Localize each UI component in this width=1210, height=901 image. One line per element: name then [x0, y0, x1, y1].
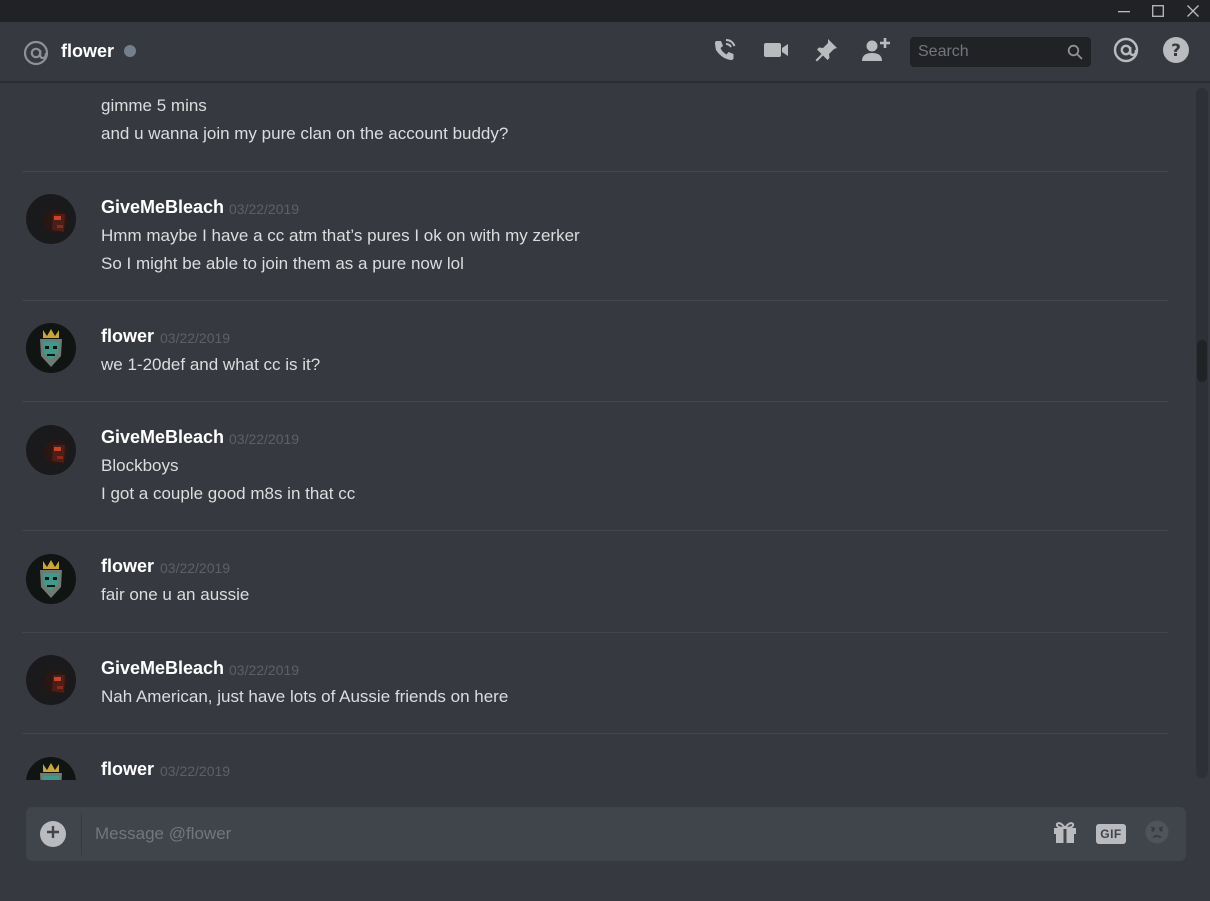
avatar[interactable] — [26, 194, 76, 244]
upload-button[interactable] — [40, 821, 66, 847]
composer-divider — [81, 813, 82, 855]
video-icon — [762, 36, 790, 69]
message-author[interactable]: GiveMeBleach — [101, 197, 224, 218]
message-timestamp: 03/22/2019 — [229, 201, 300, 217]
plus-circle-icon — [46, 825, 60, 844]
message-timestamp: 03/22/2019 — [229, 662, 300, 678]
minimize-button[interactable] — [1107, 0, 1141, 22]
window-titlebar — [0, 0, 1210, 22]
message-timestamp: 03/22/2019 — [160, 560, 231, 576]
emoji-button[interactable] — [1142, 820, 1172, 848]
message-author[interactable]: GiveMeBleach — [101, 427, 224, 448]
mentions-icon — [1112, 36, 1140, 69]
minimize-icon — [1118, 5, 1130, 17]
scrollbar-track[interactable] — [1196, 88, 1208, 778]
close-button[interactable] — [1176, 0, 1210, 22]
message-text: I got a couple good m8s in that cc — [101, 484, 356, 503]
maximize-button[interactable] — [1141, 0, 1175, 22]
message-composer: GIF — [26, 807, 1186, 861]
maximize-icon — [1152, 5, 1164, 17]
close-icon — [1187, 5, 1199, 17]
message-text: fair one u an aussie — [101, 585, 250, 604]
message-divider — [22, 733, 1168, 734]
pin-icon — [812, 36, 840, 69]
gift-button[interactable] — [1050, 820, 1080, 848]
gif-icon: GIF — [1096, 824, 1126, 844]
message-text: Blockboys — [101, 456, 179, 475]
scrollbar-thumb[interactable] — [1197, 340, 1207, 382]
avatar[interactable] — [26, 554, 76, 604]
message-list[interactable]: gimme 5 mins and u wanna join my pure cl… — [0, 83, 1192, 780]
message-text: Nah American, just have lots of Aussie f… — [101, 687, 509, 706]
message-divider — [22, 171, 1168, 172]
message-input[interactable] — [95, 807, 1035, 861]
message-text: Hmm maybe I have a cc atm that’s pures I… — [101, 226, 580, 245]
message-author[interactable]: GiveMeBleach — [101, 658, 224, 679]
channel-header: flower ? — [0, 22, 1210, 82]
call-icon — [711, 36, 739, 69]
help-button[interactable]: ? — [1161, 36, 1191, 69]
message-divider — [22, 530, 1168, 531]
message-author[interactable]: flower — [101, 326, 154, 347]
message-divider — [22, 632, 1168, 633]
at-icon — [22, 39, 50, 72]
message-divider — [22, 401, 1168, 402]
emoji-icon — [1144, 819, 1170, 850]
add-friend-button[interactable] — [861, 36, 891, 69]
call-button[interactable] — [710, 38, 740, 66]
search-input[interactable] — [910, 37, 1060, 67]
help-icon: ? — [1162, 36, 1190, 69]
avatar[interactable] — [26, 425, 76, 475]
message-text: So I might be able to join them as a pur… — [101, 254, 464, 273]
message-timestamp: 03/22/2019 — [229, 431, 300, 447]
message-divider — [22, 300, 1168, 301]
avatar[interactable] — [26, 757, 76, 780]
search-icon — [1067, 44, 1083, 65]
message-timestamp: 03/22/2019 — [160, 330, 231, 346]
status-offline-indicator — [124, 45, 136, 57]
message-text: gimme 5 mins — [101, 96, 207, 115]
video-call-button[interactable] — [761, 38, 791, 66]
svg-text:?: ? — [1171, 41, 1181, 61]
gif-button[interactable]: GIF — [1096, 820, 1126, 848]
avatar[interactable] — [26, 655, 76, 705]
message-timestamp: 03/22/2019 — [160, 763, 231, 779]
channel-name: flower — [61, 41, 115, 61]
message-author[interactable]: flower — [101, 759, 154, 780]
message-text: we 1-20def and what cc is it? — [101, 355, 321, 374]
gift-icon — [1052, 819, 1078, 850]
message-author[interactable]: flower — [101, 556, 154, 577]
add-friend-icon — [861, 36, 891, 69]
message-text: and u wanna join my pure clan on the acc… — [101, 124, 509, 143]
search-bar[interactable] — [910, 37, 1091, 67]
avatar[interactable] — [26, 323, 76, 373]
mentions-button[interactable] — [1111, 36, 1141, 69]
pinned-messages-button[interactable] — [811, 38, 841, 66]
